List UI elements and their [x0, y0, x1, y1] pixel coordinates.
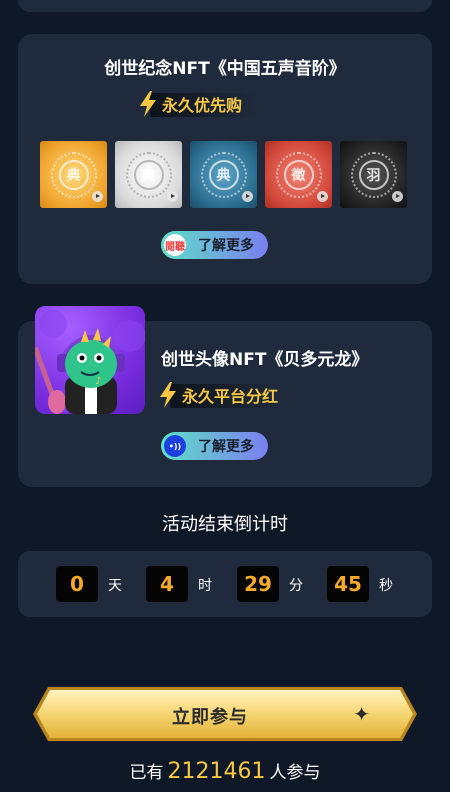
countdown-title: 活动结束倒计时 [162, 514, 288, 535]
play-icon[interactable] [167, 191, 178, 202]
countdown-panel: 0 天 4 时 29 分 45 秒 [18, 551, 432, 617]
participant-count: 已有 2121461 人参与 [0, 758, 450, 784]
thumbnail-glyph: 羽 [366, 168, 381, 184]
countdown-seconds: 45 [327, 566, 369, 602]
commemorative-nft-card: 创世纪念NFT《中国五声音阶》 永久优先购 典 典 典 徵 羽 閱聽 了解更多 [18, 34, 432, 284]
card-title: 创世头像NFT《贝多元龙》 [161, 350, 369, 370]
thumbnail-glyph: 典 [66, 168, 81, 184]
thumbnail-glyph: 徵 [291, 168, 306, 184]
dragon-avatar-image[interactable]: ♪ [35, 306, 145, 414]
nft-thumbnail[interactable]: 徵 [265, 141, 332, 208]
nft-thumbnail[interactable]: 典 [115, 141, 182, 208]
play-icon[interactable] [392, 191, 403, 202]
play-icon[interactable] [242, 191, 253, 202]
learn-more-button[interactable]: 閱聽 了解更多 [161, 231, 268, 259]
seconds-unit: 秒 [379, 578, 393, 594]
countdown-days: 0 [56, 566, 98, 602]
learn-more-label: 了解更多 [198, 238, 254, 254]
countdown-hours: 4 [146, 566, 188, 602]
learn-more-label: 了解更多 [198, 439, 254, 455]
audio-wave-icon: •)) [164, 435, 186, 457]
svg-text:♪: ♪ [95, 376, 101, 387]
learn-more-button[interactable]: •)) 了解更多 [161, 432, 268, 460]
thumbnail-glyph: 典 [216, 168, 231, 184]
previous-card-edge [18, 0, 432, 12]
nft-thumbnail[interactable]: 典 [40, 141, 107, 208]
nft-thumbnail[interactable]: 羽 [340, 141, 407, 208]
play-icon[interactable] [92, 191, 103, 202]
minutes-unit: 分 [289, 578, 303, 594]
lightning-icon [160, 382, 176, 408]
dragon-illustration: ♪ [35, 310, 145, 414]
join-now-button[interactable]: 立即参与 ✦ [32, 686, 418, 742]
participants-suffix: 人参与 [269, 763, 321, 783]
hours-unit: 时 [198, 578, 212, 594]
card-title: 创世纪念NFT《中国五声音阶》 [104, 59, 346, 79]
perk-label: 永久平台分红 [182, 387, 279, 406]
play-icon[interactable] [317, 191, 328, 202]
nft-thumbnail[interactable]: 典 [190, 141, 257, 208]
sparkle-icon: ✦ [353, 702, 370, 726]
days-unit: 天 [108, 578, 122, 594]
countdown-minutes: 29 [237, 566, 279, 602]
lightning-icon [140, 91, 156, 117]
thumbnail-glyph: 典 [141, 168, 156, 184]
perk-label: 永久优先购 [162, 96, 243, 115]
participants-number: 2121461 [167, 759, 266, 784]
join-now-label: 立即参与 [172, 707, 248, 728]
perk-row: 永久优先购 [138, 91, 260, 117]
participants-prefix: 已有 [129, 763, 164, 783]
perk-row: 永久平台分红 [158, 382, 280, 408]
nft-thumbnails: 典 典 典 徵 羽 [40, 141, 407, 208]
seal-icon: 閱聽 [164, 234, 186, 256]
